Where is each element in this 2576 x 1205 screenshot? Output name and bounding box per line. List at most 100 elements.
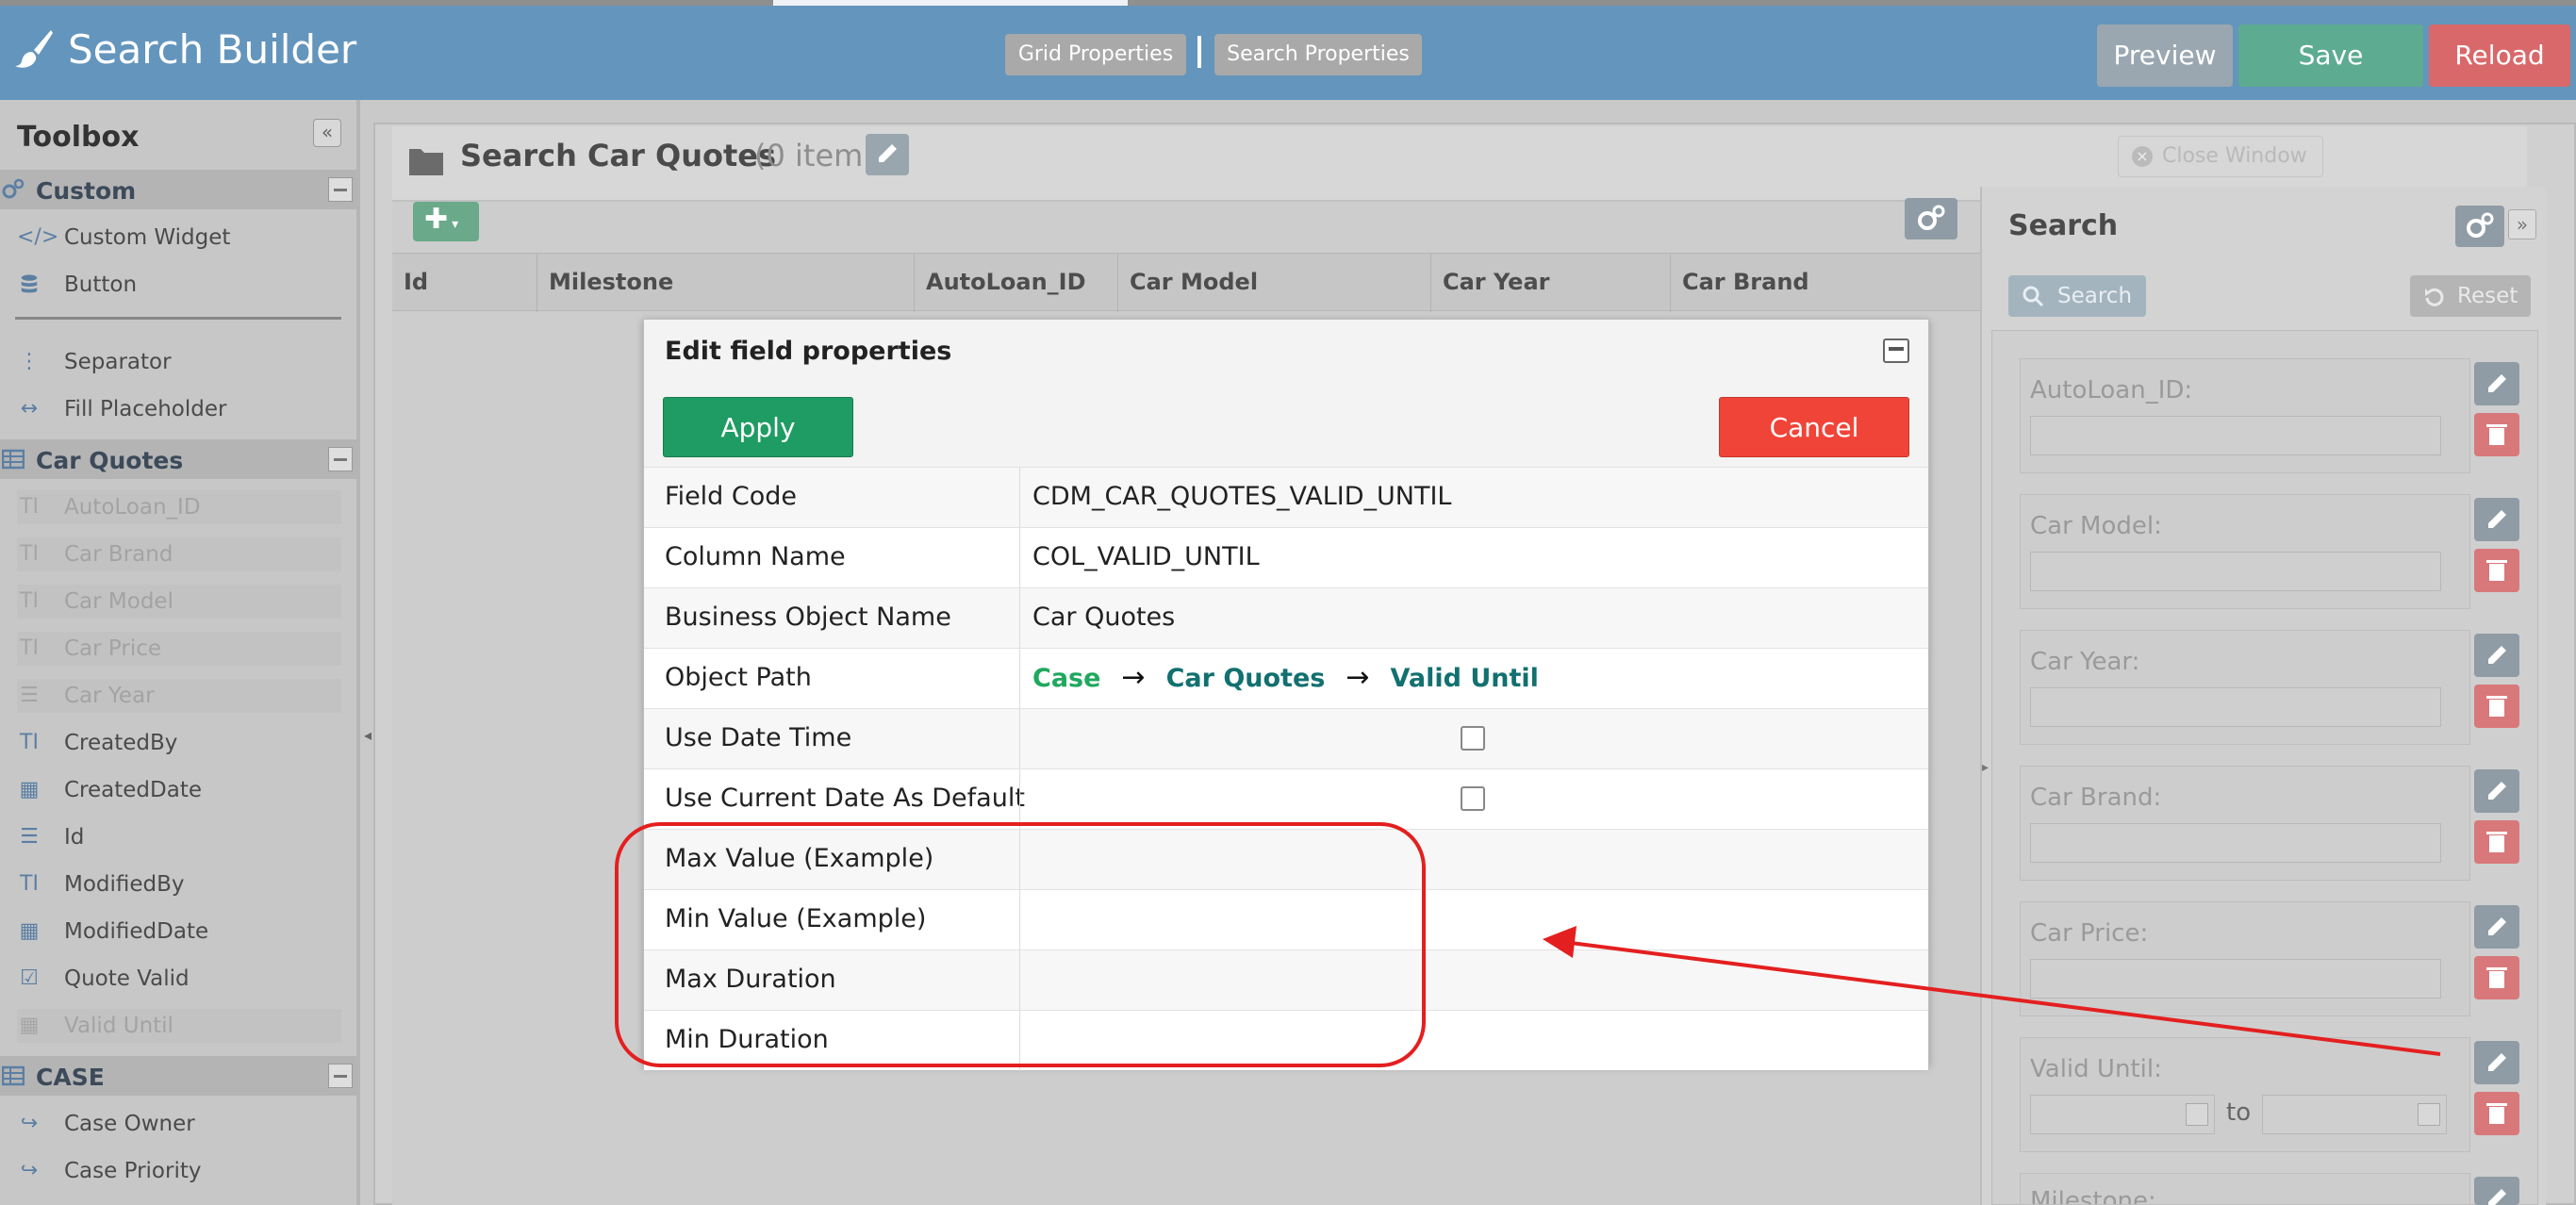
tab-search-properties[interactable]: Search Properties: [1214, 34, 1422, 75]
toolbox-item-case-priority[interactable]: ↪ Case Priority: [17, 1154, 341, 1188]
edit-field-button[interactable]: [2474, 498, 2519, 541]
delete-field-button[interactable]: [2474, 413, 2519, 456]
dialog-title: Edit field properties: [665, 337, 952, 366]
close-window-button[interactable]: × Close Window: [2118, 136, 2323, 177]
grid-settings-button[interactable]: [1905, 198, 1957, 239]
search-settings-button[interactable]: [2455, 206, 2504, 247]
toolbox-item-modifieddate[interactable]: ▦ ModifiedDate: [17, 915, 341, 949]
checkbox-icon: ☑: [20, 966, 39, 990]
minimize-dialog-icon[interactable]: [1883, 338, 1909, 363]
delete-field-button[interactable]: [2474, 820, 2519, 864]
reset-button[interactable]: Reset: [2410, 275, 2531, 317]
car-brand-input[interactable]: [2030, 823, 2441, 863]
add-column-button[interactable]: ✚ ▾: [413, 202, 479, 241]
item-count: (0 item): [754, 138, 875, 173]
item-label: Fill Placeholder: [64, 397, 227, 421]
property-name: Field Code: [665, 482, 798, 511]
collapse-section-icon[interactable]: [328, 447, 353, 471]
search-button[interactable]: Search: [2008, 275, 2146, 317]
splitter-arrow-icon[interactable]: ▸: [1982, 760, 1989, 775]
property-row-use-date-time: Use Date Time: [644, 708, 1928, 769]
delete-field-button[interactable]: [2474, 549, 2519, 592]
toolbox-item-fill-placeholder[interactable]: ↔ Fill Placeholder: [17, 392, 341, 426]
trash-icon: [2486, 696, 2507, 717]
column-divider: [1019, 528, 1020, 588]
column-header-id[interactable]: Id: [392, 254, 537, 312]
tab-separator: [1197, 36, 1201, 68]
valid-until-to-input[interactable]: [2262, 1095, 2447, 1134]
item-label: CreatedBy: [64, 731, 178, 755]
car-year-input[interactable]: [2030, 687, 2441, 727]
splitter-arrow-icon[interactable]: ◂: [364, 726, 373, 745]
car-model-input[interactable]: [2030, 552, 2441, 591]
database-icon: [17, 272, 41, 297]
toolbox-divider: [15, 317, 341, 320]
property-row-column-name: Column Name COL_VALID_UNTIL: [644, 527, 1928, 588]
toolbox-item-separator[interactable]: ⋮ Separator: [17, 345, 341, 379]
item-label: AutoLoan_ID: [64, 495, 201, 520]
edit-title-button[interactable]: [866, 134, 909, 175]
path-segment-valid-until[interactable]: Valid Until: [1390, 664, 1538, 693]
pencil-icon: [879, 144, 897, 162]
toolbox-section-car-quotes[interactable]: Car Quotes: [0, 439, 356, 479]
valid-until-from-input[interactable]: [2030, 1095, 2215, 1134]
edit-field-button[interactable]: [2474, 634, 2519, 677]
trash-icon: [2486, 1103, 2507, 1124]
toolbox-section-case[interactable]: CASE: [0, 1056, 356, 1096]
delete-field-button[interactable]: [2474, 956, 2519, 999]
panel-title: Search Car Quotes: [460, 138, 777, 173]
edit-field-button[interactable]: [2474, 1041, 2519, 1084]
edit-field-button[interactable]: [2474, 1177, 2519, 1205]
edit-field-button[interactable]: [2474, 769, 2519, 813]
collapse-toolbox-icon[interactable]: «: [313, 119, 341, 147]
use-date-time-checkbox[interactable]: [1461, 726, 1485, 751]
toolbox-item-button[interactable]: Button: [17, 268, 341, 302]
toolbox-item-id[interactable]: ☰ Id: [17, 820, 341, 854]
tab-grid-properties[interactable]: Grid Properties: [1005, 34, 1186, 75]
column-header-car-brand[interactable]: Car Brand: [1671, 254, 1980, 312]
use-current-date-default-checkbox[interactable]: [1461, 786, 1485, 811]
car-price-input[interactable]: [2030, 959, 2441, 999]
toolbox-section-custom[interactable]: Custom: [0, 170, 356, 209]
toolbox-item-quote-valid[interactable]: ☑ Quote Valid: [17, 962, 341, 996]
column-header-autoloan-id[interactable]: AutoLoan_ID: [915, 254, 1118, 312]
expand-panel-icon[interactable]: »: [2508, 209, 2536, 239]
toolbox-item-createddate[interactable]: ▦ CreatedDate: [17, 773, 341, 807]
column-divider: [1019, 588, 1020, 649]
trash-icon: [2486, 560, 2507, 581]
preview-button[interactable]: Preview: [2097, 25, 2233, 87]
column-header-car-year[interactable]: Car Year: [1431, 254, 1671, 312]
code-icon: </>: [17, 225, 59, 249]
pencil-icon: [2488, 510, 2506, 528]
property-row-use-current-date-default: Use Current Date As Default: [644, 768, 1928, 830]
edit-field-button[interactable]: [2474, 905, 2519, 949]
toolbox-item-custom-widget[interactable]: </> Custom Widget: [17, 221, 341, 255]
collapse-section-icon[interactable]: [328, 1064, 353, 1088]
reset-button-label: Reset: [2457, 284, 2518, 308]
toolbox-item-case-owner[interactable]: ↪ Case Owner: [17, 1107, 341, 1141]
property-name: Business Object Name: [665, 602, 951, 632]
collapse-section-icon[interactable]: [328, 177, 353, 202]
item-label: Car Model: [64, 589, 173, 614]
delete-field-button[interactable]: [2474, 685, 2519, 728]
property-value: CDM_CAR_QUOTES_VALID_UNTIL: [1032, 482, 1452, 511]
edit-field-button[interactable]: [2474, 362, 2519, 405]
calendar-icon[interactable]: [2418, 1103, 2440, 1126]
autoloan-id-input[interactable]: [2030, 416, 2441, 455]
save-button[interactable]: Save: [2238, 25, 2423, 87]
path-segment-car-quotes[interactable]: Car Quotes: [1166, 664, 1326, 693]
delete-field-button[interactable]: [2474, 1092, 2519, 1135]
gears-icon: [1918, 205, 1945, 230]
search-field-car-brand: Car Brand:: [2020, 766, 2470, 881]
path-segment-case[interactable]: Case: [1032, 664, 1100, 693]
calendar-icon: ▦: [19, 919, 40, 943]
right-arrow-icon: →: [1121, 661, 1146, 694]
toolbox-item-modifiedby[interactable]: TI ModifiedBy: [17, 867, 341, 901]
calendar-icon[interactable]: [2186, 1103, 2208, 1126]
toolbox-item-createdby[interactable]: TI CreatedBy: [17, 726, 341, 760]
column-header-milestone[interactable]: Milestone: [537, 254, 915, 312]
cancel-button[interactable]: Cancel: [1719, 397, 1909, 457]
reload-button[interactable]: Reload: [2429, 25, 2570, 87]
column-header-car-model[interactable]: Car Model: [1118, 254, 1431, 312]
apply-button[interactable]: Apply: [663, 397, 853, 457]
